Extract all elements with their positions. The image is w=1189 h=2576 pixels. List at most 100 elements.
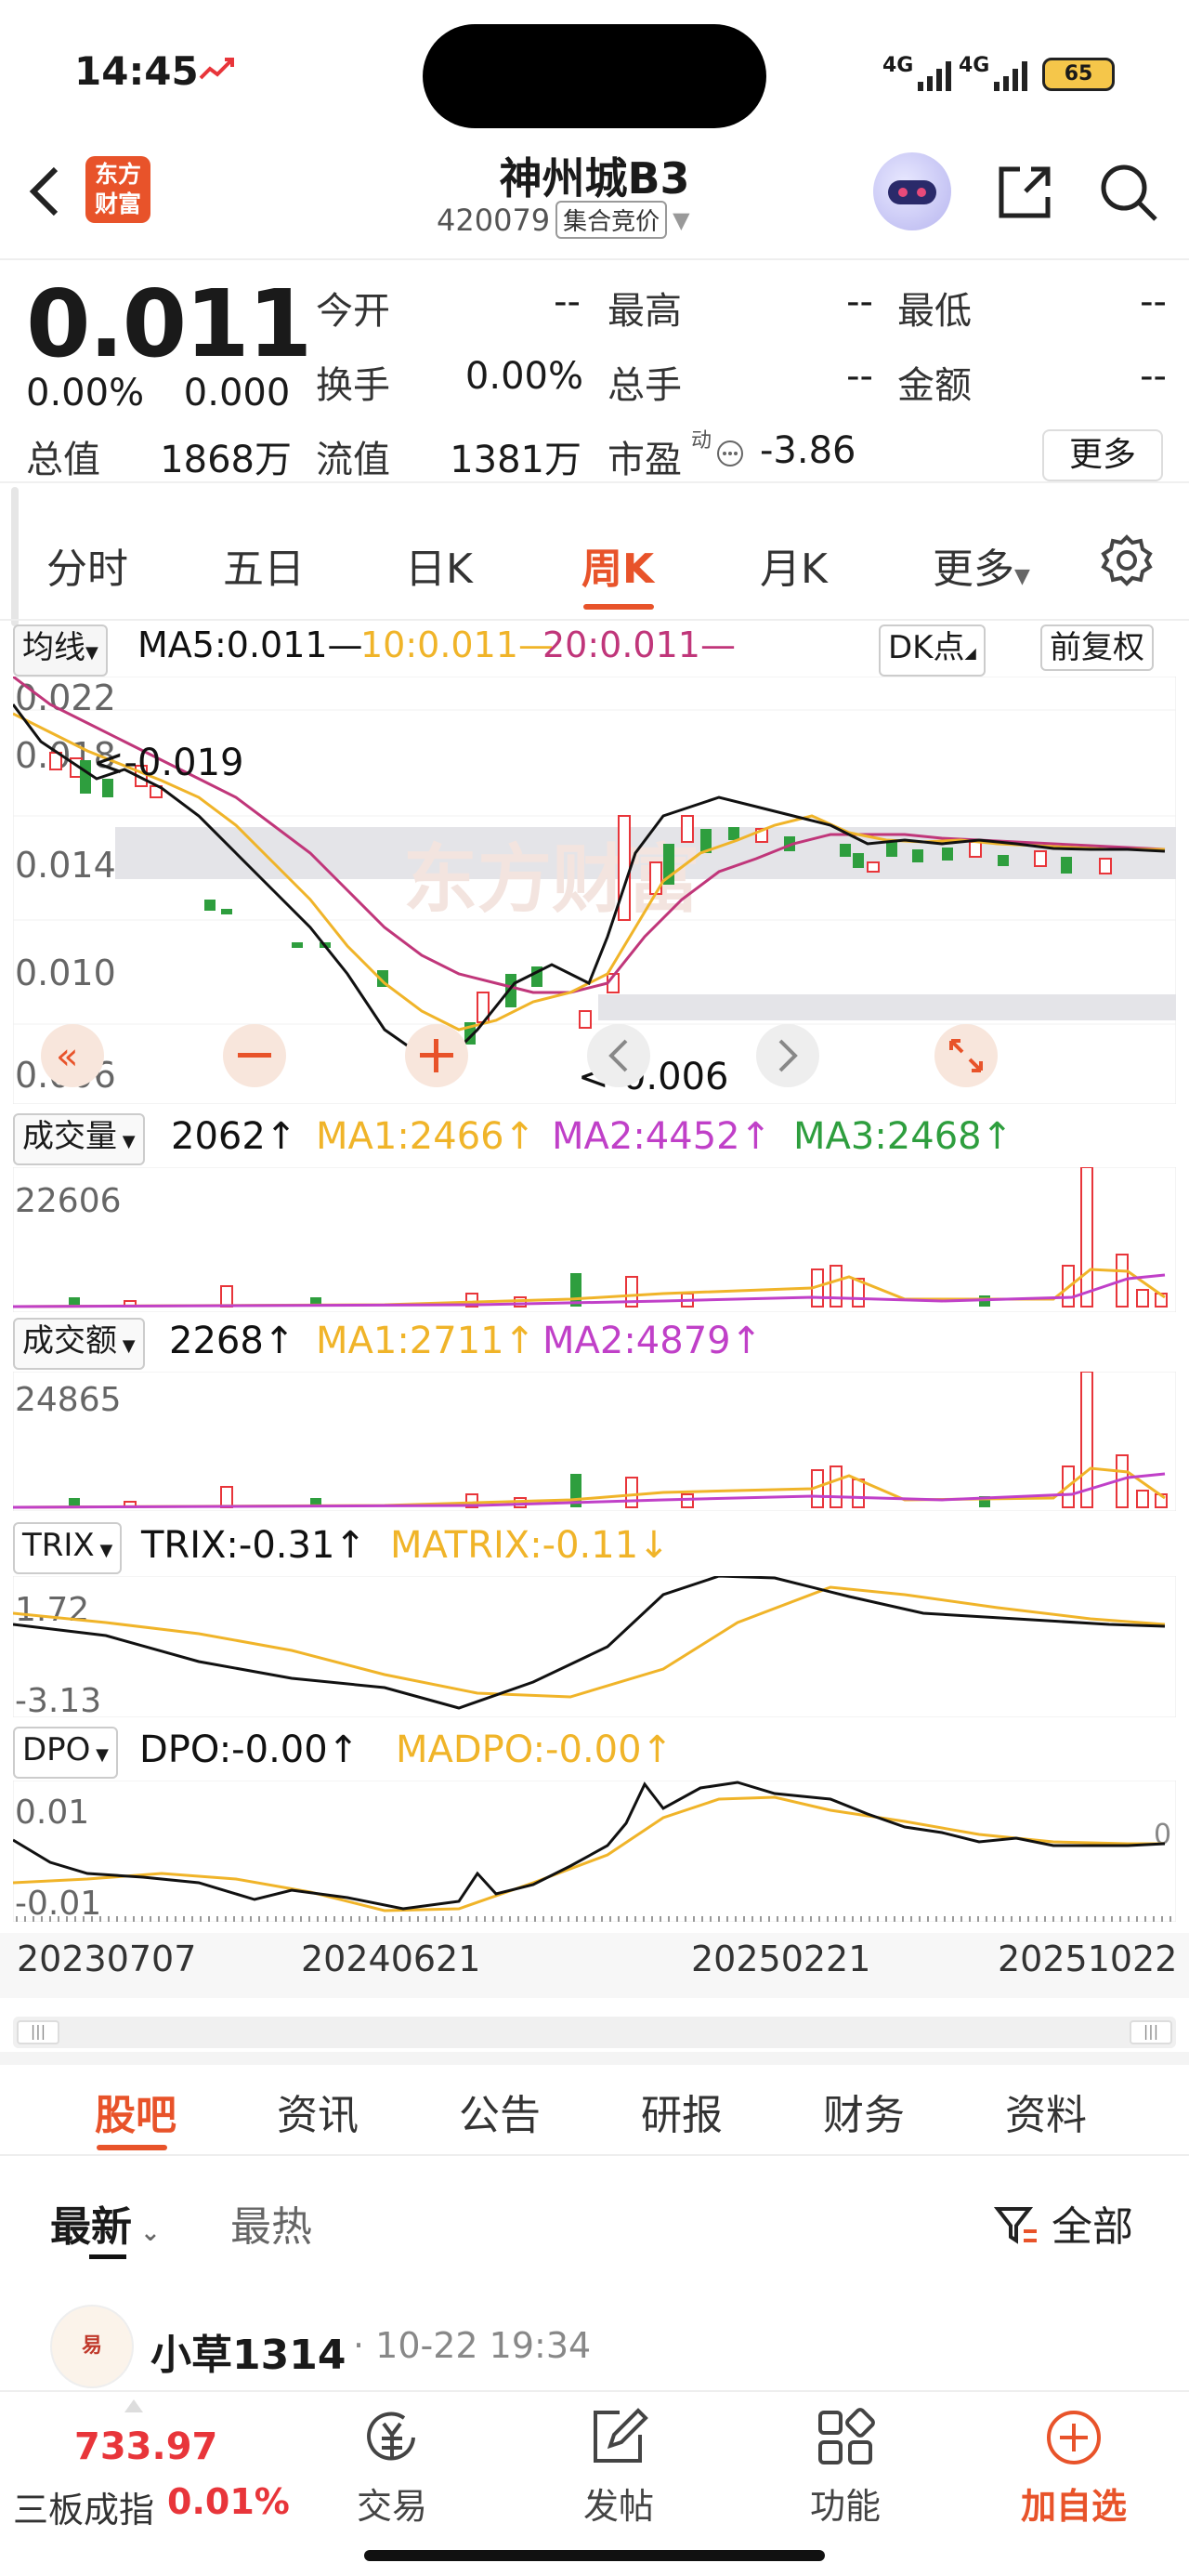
trix-top-label: 1.72 (15, 1591, 89, 1629)
filter-icon (993, 2207, 1037, 2244)
trix-value: TRIX:-0.31↑ (141, 1524, 366, 1567)
x-label-2: 20250221 (691, 1939, 871, 1979)
volume-number: 2062 (171, 1115, 266, 1158)
nav-function[interactable]: 功能 (771, 2405, 920, 2529)
stock-code-row[interactable]: 420079 集合竞价 ▼ (437, 201, 690, 239)
amount-number: 2268 (169, 1320, 264, 1362)
tab-weekly-k[interactable]: 周K (581, 535, 654, 595)
volume-max-label: 22606 (15, 1182, 122, 1220)
trix-bottom-label: -3.13 (15, 1682, 101, 1717)
dpo-top-label: 0.01 (15, 1794, 89, 1832)
ma10-value: 10:0.011— (360, 624, 554, 665)
tab-intraday[interactable]: 分时 (46, 535, 128, 595)
label-turnover: 换手 (316, 364, 390, 407)
dk-point-button[interactable]: DK点◢ (879, 624, 986, 677)
ma20-value: 20:0.011— (542, 624, 736, 665)
label-low: 最低 (897, 290, 972, 333)
dpo-value: DPO:-0.00↑ (139, 1728, 359, 1771)
camera-notch (423, 24, 766, 128)
tab-monthly-k[interactable]: 月K (760, 535, 828, 595)
tab-profile[interactable]: 资料 (1005, 2082, 1087, 2141)
chart-range-scrollbar[interactable]: ||| ||| (13, 2017, 1176, 2048)
ai-assistant-icon[interactable] (873, 152, 951, 230)
volume-value: 2062↑ (171, 1115, 297, 1158)
amount-chart[interactable]: 24865 (13, 1372, 1176, 1511)
caret-icon: ▼ (94, 1541, 113, 1560)
filter-button[interactable]: 全部 (993, 2193, 1133, 2253)
volume-chart[interactable]: 22606 (13, 1167, 1176, 1312)
battery-icon: 65 (1042, 58, 1115, 91)
dpo-chart[interactable]: 0.01 -0.01 0 (13, 1781, 1176, 1922)
next-button[interactable] (756, 1024, 819, 1087)
more-button[interactable]: 更多 (1042, 429, 1163, 481)
trix-chart[interactable]: 1.72 -3.13 (13, 1576, 1176, 1717)
index-value[interactable]: 733.97 (74, 2425, 217, 2468)
x-label-0: 20230707 (17, 1939, 197, 1979)
amount-selector-label: 成交额 (22, 1322, 117, 1360)
volume-header: 成交量 ▼ 2062↑ MA1:2466↑ MA2:4452↑ MA3:2468… (0, 1110, 1189, 1165)
ma-selector[interactable]: 均线▼ (13, 624, 108, 677)
label-total-value: 总值 (26, 439, 100, 481)
x-label-3: 20251022 (998, 1939, 1178, 1979)
label-volume: 总手 (608, 364, 682, 407)
value-turnover: 0.00% (464, 355, 583, 398)
tab-research[interactable]: 研报 (641, 2082, 723, 2141)
nav-add-watchlist[interactable]: 加自选 (1000, 2405, 1148, 2529)
tab-announcements[interactable]: 公告 (459, 2082, 541, 2141)
share-icon[interactable] (992, 160, 1057, 225)
prev-button[interactable] (587, 1024, 650, 1087)
range-handle-left[interactable]: ||| (17, 2020, 59, 2044)
volume-selector[interactable]: 成交量 ▼ (13, 1113, 145, 1165)
caret-icon: ▼ (117, 1336, 136, 1356)
index-name[interactable]: 三板成指 (13, 2481, 154, 2532)
sort-latest[interactable]: 最新 ⌄ (50, 2193, 161, 2253)
tab-daily-k[interactable]: 日K (405, 535, 473, 595)
value-high: -- (846, 281, 873, 323)
matrix-value: MATRIX:-0.11↓ (390, 1524, 670, 1567)
fullscreen-button[interactable] (934, 1024, 998, 1087)
value-float-value: 1381万 (450, 439, 581, 481)
rewind-icon: « (56, 1035, 78, 1078)
dk-label: DK点 (888, 629, 965, 666)
pe-dynamic-sup: 动 (691, 429, 712, 453)
active-tab-underline (583, 604, 654, 610)
amount-ma1-label: MA1:2711 (316, 1320, 504, 1362)
info-dots-icon[interactable] (715, 439, 745, 468)
amount-ma2: MA2:4879↑ (542, 1320, 763, 1362)
tab-five-day[interactable]: 五日 (223, 535, 305, 595)
dpo-selector[interactable]: DPO ▼ (13, 1727, 119, 1779)
filter-label: 全部 (1052, 2203, 1133, 2251)
adjust-button[interactable]: 前复权 (1040, 624, 1154, 671)
amount-header: 成交额 ▼ 2268↑ MA1:2711↑ MA2:4879↑ (0, 1314, 1189, 1370)
tab-news[interactable]: 资讯 (277, 2082, 359, 2141)
nav-trade[interactable]: 交易 (318, 2405, 466, 2529)
value-pe: -3.86 (760, 429, 856, 472)
value-total-value: 1868万 (160, 439, 292, 481)
tab-finance[interactable]: 财务 (823, 2082, 905, 2141)
amount-max-label: 24865 (15, 1381, 122, 1419)
signal-label-2: 4G (959, 54, 990, 77)
tab-more[interactable]: 更多▼ (933, 535, 1030, 595)
sort-hot[interactable]: 最热 (230, 2193, 312, 2253)
search-icon[interactable] (1096, 160, 1161, 225)
caret-up-icon (124, 2399, 143, 2412)
home-indicator (364, 2550, 825, 2561)
trade-icon (367, 2412, 415, 2461)
trix-value-label: TRIX:-0.31 (141, 1524, 335, 1567)
quote-panel: 0.011 0.00% 0.000 今开 -- 最高 -- 最低 -- 换手 0… (0, 260, 1189, 483)
signal-bars-icon-2 (994, 61, 1027, 91)
kline-chart[interactable]: 东方财富 0.022 0.018 0.014 0.010 0.006 <-0.0… (13, 677, 1176, 1104)
nav-post[interactable]: 发帖 (544, 2405, 693, 2529)
post-username[interactable]: 小草1314 (150, 2321, 346, 2381)
volume-ma3: MA3:2468↑ (793, 1115, 1013, 1158)
forum-post[interactable]: 易 小草1314 · 10-22 19:34 (0, 2305, 1189, 2398)
support-band (598, 994, 1176, 1020)
trix-selector[interactable]: TRIX ▼ (13, 1522, 123, 1574)
tab-forum[interactable]: 股吧 (95, 2082, 176, 2141)
user-avatar[interactable]: 易 (50, 2305, 134, 2388)
stock-trend-icon (199, 58, 234, 80)
nav-function-label: 功能 (809, 2486, 881, 2527)
amount-selector[interactable]: 成交额 ▼ (13, 1318, 145, 1370)
range-handle-right[interactable]: ||| (1130, 2020, 1172, 2044)
gear-icon[interactable] (1100, 533, 1154, 587)
